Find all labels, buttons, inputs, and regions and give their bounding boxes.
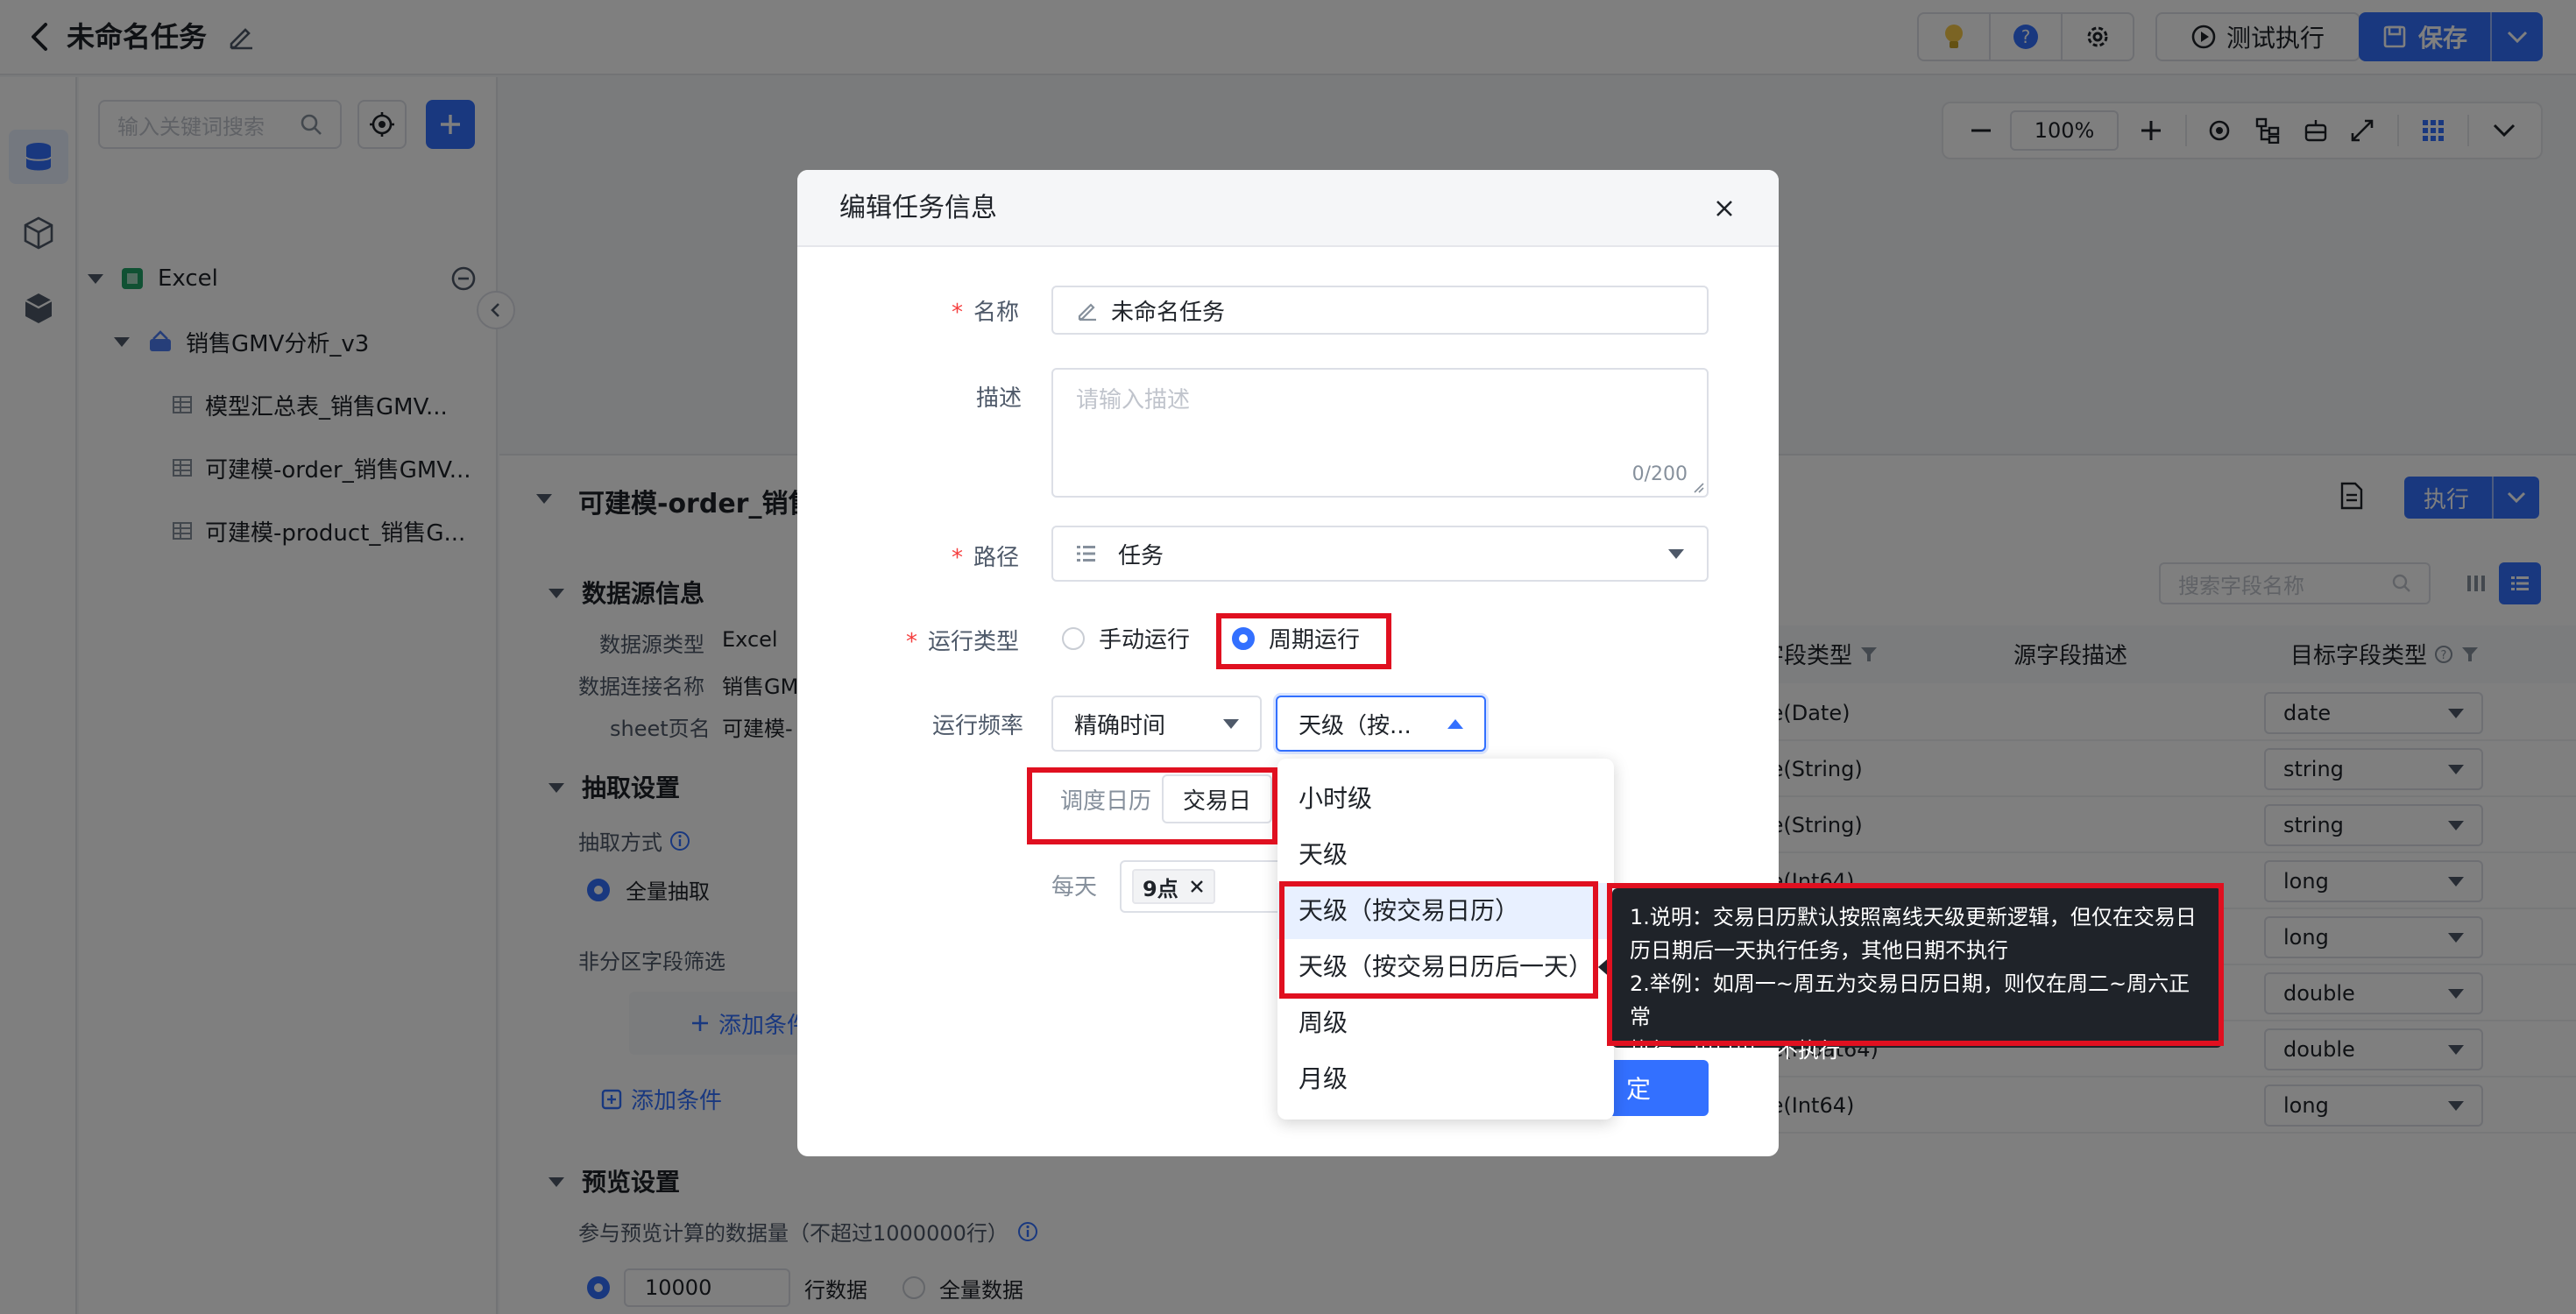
caret-down-icon — [1668, 548, 1684, 559]
freq-value-select[interactable]: 天级（按... — [1276, 696, 1486, 752]
desc-counter: 0/200 — [1631, 463, 1688, 485]
tooltip-line: 1.说明：交易日历默认按照离线天级更新逻辑，但仅在交易日 — [1630, 905, 2197, 929]
desc-textarea[interactable]: 请输入描述 0/200 — [1051, 368, 1709, 498]
run-periodic-label: 周期运行 — [1269, 627, 1361, 653]
caret-up-icon — [1447, 718, 1463, 729]
run-type-label: * 运行类型 — [906, 629, 1020, 655]
name-input[interactable]: 未命名任务 — [1051, 286, 1709, 335]
list-icon — [1077, 546, 1095, 562]
calendar-label: 调度日历 — [1060, 788, 1152, 815]
tooltip-arrow — [1598, 955, 1612, 979]
modal-header: 编辑任务信息 — [797, 170, 1779, 247]
dropdown-option-trading-calendar-next-day[interactable]: 天级（按交易日历后一天） — [1277, 939, 1614, 995]
radio-checked-icon[interactable] — [1232, 626, 1255, 650]
desc-label: 描述 — [976, 385, 1023, 412]
radio-unchecked-icon[interactable] — [1062, 626, 1085, 650]
name-label: * 名称 — [952, 300, 1020, 326]
dropdown-option-hourly[interactable]: 小时级 — [1277, 771, 1614, 827]
freq-dropdown: 小时级 天级 天级（按交易日历） 天级（按交易日历后一天） 周级 月级 — [1277, 759, 1614, 1120]
freq-value: 天级（按... — [1299, 712, 1412, 739]
tooltip-line: 2.举例：如周一~周五为交易日历日期，则仅在周二~周六正常 — [1630, 971, 2190, 1029]
tooltip-line: 历日期后一天执行任务，其他日期不执行 — [1630, 938, 2008, 963]
edit-pencil-icon — [1078, 303, 1096, 321]
freq-label: 运行频率 — [932, 713, 1024, 739]
path-label: * 路径 — [952, 545, 1020, 571]
resize-handle-icon[interactable] — [1693, 482, 1705, 494]
close-icon — [1716, 201, 1732, 216]
confirm-label: 定 — [1625, 1075, 1651, 1104]
run-periodic-option[interactable]: 周期运行 — [1232, 622, 1360, 654]
desc-placeholder: 请输入描述 — [1076, 387, 1191, 413]
daily-time-tag: 9点 — [1132, 869, 1215, 904]
close-icon[interactable] — [1189, 879, 1205, 894]
run-manual-option[interactable]: 手动运行 — [1062, 622, 1190, 654]
dropdown-option-monthly[interactable]: 月级 — [1277, 1051, 1614, 1107]
modal-title: 编辑任务信息 — [839, 193, 997, 223]
dropdown-option-daily[interactable]: 天级 — [1277, 827, 1614, 883]
run-manual-label: 手动运行 — [1099, 627, 1191, 653]
freq-mode-select[interactable]: 精确时间 — [1051, 696, 1262, 752]
daily-time-tag-label: 9点 — [1143, 876, 1178, 901]
freq-mode-value: 精确时间 — [1074, 712, 1166, 739]
trading-calendar-tooltip: 1.说明：交易日历默认按照离线天级更新逻辑，但仅在交易日 历日期后一天执行任务，… — [1612, 888, 2222, 1063]
dropdown-option-weekly[interactable]: 周级 — [1277, 995, 1614, 1051]
tooltip-line: 执行，周日周一不执行 — [1630, 1038, 1840, 1063]
name-value: 未命名任务 — [1111, 299, 1226, 326]
path-select[interactable]: 任务 — [1051, 526, 1709, 582]
path-value: 任务 — [1118, 542, 1164, 569]
dropdown-option-trading-calendar[interactable]: 天级（按交易日历） — [1277, 883, 1614, 939]
calendar-select[interactable]: 交易日 — [1162, 774, 1273, 823]
calendar-row: 调度日历 交易日 — [1051, 771, 1273, 827]
daily-label: 每天 — [1051, 874, 1098, 901]
close-button[interactable] — [1705, 189, 1744, 228]
caret-down-icon — [1223, 718, 1239, 729]
